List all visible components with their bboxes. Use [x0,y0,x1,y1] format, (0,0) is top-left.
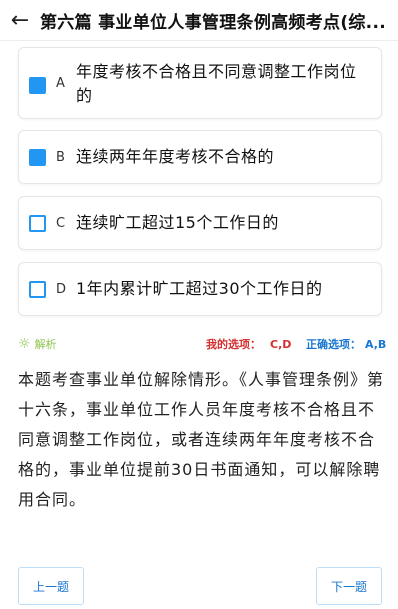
option-letter: A [56,76,65,91]
my-choice-value: C,D [270,337,292,351]
option-letter: B [56,149,65,165]
option-text: 1年内累计旷工超过30个工作日的 [76,279,323,298]
correct-choice-label: 正确选项： [306,338,361,351]
option-text: 连续两年年度考核不合格的 [76,147,275,166]
arrow-left-icon[interactable]: ← [0,0,40,40]
checkbox-icon[interactable] [29,280,46,298]
option-a[interactable]: A 年度考核不合格且不同意调整工作岗位的 [18,47,382,119]
page-title: 第六篇 事业单位人事管理条例高频考点(综... [40,12,386,33]
checkbox-checked-icon[interactable] [29,77,46,94]
option-text: 连续旷工超过15个工作日的 [76,213,279,232]
checkbox-icon[interactable] [29,214,46,232]
answer-row: ☼ 解析 我的选项： C,D 正确选项： A,B [18,333,386,355]
analysis-label: 解析 [34,338,57,351]
my-choice-label: 我的选项： [206,338,261,351]
correct-choice-value: A,B [365,337,387,351]
lightbulb-icon: ☼ [18,336,31,352]
option-b[interactable]: B 连续两年年度考核不合格的 [18,130,382,184]
option-text: 年度考核不合格且不同意调整工作岗位的 [76,62,357,105]
option-c[interactable]: C 连续旷工超过15个工作日的 [18,196,382,250]
checkbox-checked-icon[interactable] [29,148,46,166]
next-button[interactable]: 下一题 [316,567,382,605]
analysis-text: 本题考查事业单位解除情形。《人事管理条例》第十六条，事业单位工作人员年度考核不合… [18,370,385,509]
option-letter: C [56,215,66,231]
divider [0,40,398,41]
option-d[interactable]: D 1年内累计旷工超过30个工作日的 [18,262,382,316]
top-bar: ← 第六篇 事业单位人事管理条例高频考点(综... [0,0,398,40]
option-letter: D [56,281,67,297]
prev-button[interactable]: 上一题 [18,567,84,605]
